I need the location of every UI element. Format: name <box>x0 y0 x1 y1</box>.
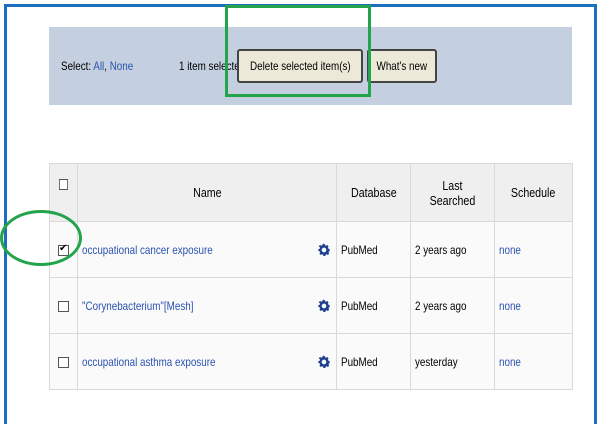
row-schedule-cell: none <box>494 277 573 334</box>
row-name-cell: occupational asthma exposure <box>76 333 338 390</box>
table-row: occupational asthma exposure PubMed yest… <box>49 333 573 390</box>
row-database-cell: PubMed <box>336 221 412 278</box>
header-last-searched[interactable]: Last Searched <box>410 163 496 222</box>
gear-icon[interactable] <box>316 242 332 258</box>
header-database[interactable]: Database <box>336 163 412 222</box>
header-name[interactable]: Name <box>76 163 338 222</box>
row-last-searched-cell: yesterday <box>410 333 496 390</box>
row-last-searched-cell: 2 years ago <box>410 221 496 278</box>
row-name-cell: "Corynebacterium"[Mesh] <box>76 277 338 334</box>
header-schedule[interactable]: Schedule <box>494 163 573 222</box>
select-separator: , <box>104 59 107 73</box>
row-database-cell: PubMed <box>336 277 412 334</box>
gear-icon[interactable] <box>316 298 332 314</box>
row-database-cell: PubMed <box>336 333 412 390</box>
row-last-searched-cell: 2 years ago <box>410 277 496 334</box>
row-checkbox[interactable] <box>57 243 69 256</box>
select-control: Select: All, None <box>61 59 133 73</box>
search-name-link[interactable]: occupational asthma exposure <box>82 355 215 369</box>
row-select-cell <box>49 221 78 278</box>
row-schedule-cell: none <box>494 333 573 390</box>
search-name-link[interactable]: occupational cancer exposure <box>82 243 213 257</box>
select-label: Select: <box>61 59 92 73</box>
header-select-cell <box>49 163 78 222</box>
row-checkbox[interactable] <box>57 356 69 368</box>
delete-selected-button[interactable]: Delete selected item(s) <box>237 49 363 83</box>
main-frame: Select: All, None 1 item selected Delete… <box>4 4 597 424</box>
table-row: occupational cancer exposure PubMed 2 ye… <box>49 221 573 278</box>
row-checkbox[interactable] <box>57 300 69 312</box>
row-name-cell: occupational cancer exposure <box>76 221 338 278</box>
schedule-link[interactable]: none <box>499 299 521 313</box>
select-all-checkbox[interactable] <box>58 179 68 191</box>
gear-icon[interactable] <box>316 354 332 370</box>
whats-new-label: What's new <box>376 59 428 73</box>
select-none-link[interactable]: None <box>110 59 134 73</box>
row-schedule-cell: none <box>494 221 573 278</box>
table-header-row: Name Database Last Searched Schedule <box>49 163 573 222</box>
whats-new-button[interactable]: What's new <box>367 49 437 83</box>
search-name-link[interactable]: "Corynebacterium"[Mesh] <box>82 299 193 313</box>
schedule-link[interactable]: none <box>499 355 521 369</box>
row-select-cell <box>49 277 78 334</box>
schedule-link[interactable]: none <box>499 243 521 257</box>
saved-searches-table: Name Database Last Searched Schedule occ… <box>49 163 573 390</box>
delete-selected-label: Delete selected item(s) <box>249 59 351 73</box>
select-all-link[interactable]: All <box>93 59 104 73</box>
row-select-cell <box>49 333 78 390</box>
table-row: "Corynebacterium"[Mesh] PubMed 2 years a… <box>49 277 573 334</box>
selected-count: 1 item selected <box>179 59 246 73</box>
selection-toolbar: Select: All, None 1 item selected Delete… <box>49 27 572 105</box>
